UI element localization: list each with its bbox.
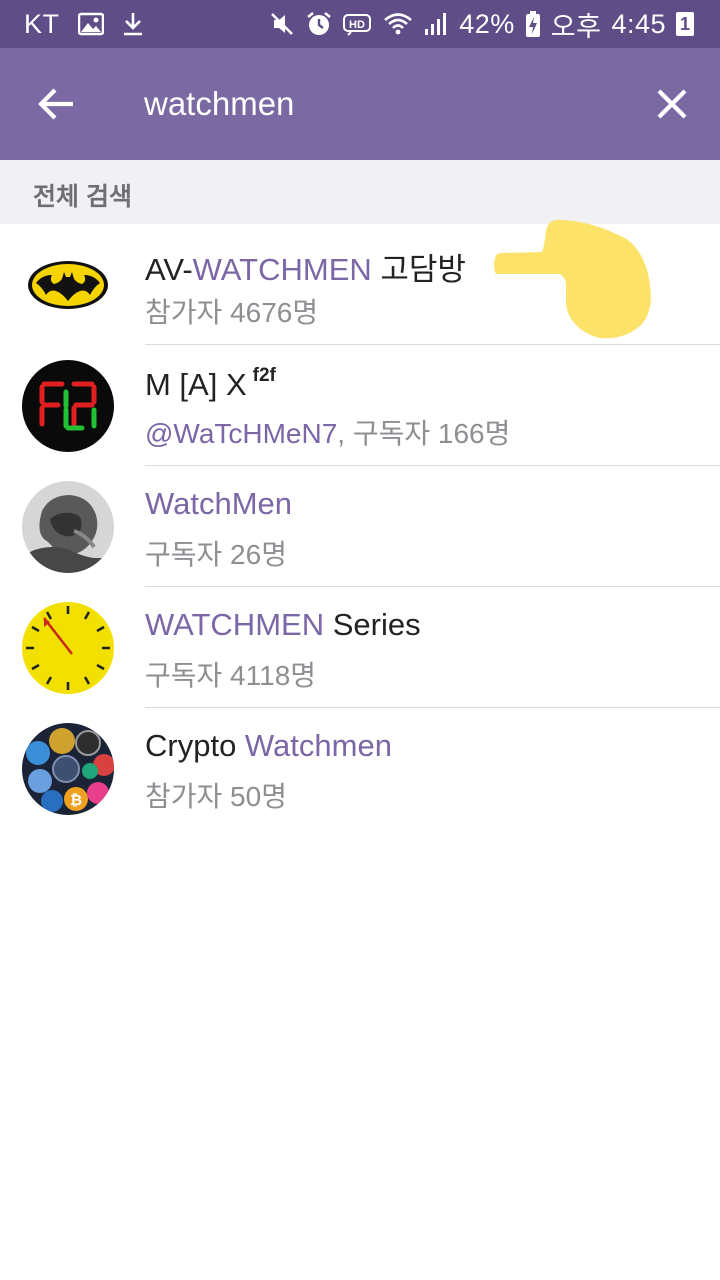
- title-text: Series: [324, 607, 421, 642]
- result-subtitle: 참가자 50명: [145, 781, 287, 812]
- list-item[interactable]: WatchMen 구독자 26명: [0, 466, 720, 587]
- yellow-clock-avatar: [22, 602, 114, 694]
- crypto-coins-avatar: ₿: [22, 723, 114, 815]
- list-item[interactable]: M [A] Xf2f @WaTcHMeN7, 구독자 166명: [0, 345, 720, 466]
- statue-avatar: [22, 481, 114, 573]
- pointing-hand-icon: [482, 212, 654, 342]
- alarm-icon: [305, 10, 333, 38]
- title-highlight: WatchMen: [145, 486, 293, 521]
- title-highlight: Watchmen: [244, 728, 392, 763]
- username-link[interactable]: @WaTcHMeN7: [145, 418, 337, 449]
- title-highlight: WATCHMEN: [145, 607, 325, 642]
- search-app-bar: [0, 48, 720, 160]
- title-superscript: f2f: [252, 365, 276, 386]
- signal-icon: [423, 11, 449, 37]
- f2f-digital-avatar: [22, 360, 114, 452]
- download-icon: [122, 11, 144, 37]
- result-subtitle: @WaTcHMeN7, 구독자 166명: [145, 412, 510, 452]
- gallery-icon: [77, 12, 104, 36]
- batman-logo-avatar: [22, 239, 114, 331]
- status-bar: KT HD 42% 오후 4:45 1: [0, 0, 720, 48]
- section-title: 전체 검색: [33, 183, 132, 211]
- subtitle-text: , 구독자 166명: [337, 418, 511, 449]
- title-highlight: WATCHMEN: [192, 252, 372, 287]
- svg-text:HD: HD: [349, 19, 365, 31]
- list-item[interactable]: ₿ Crypto Watchmen 참가자 50명: [0, 708, 720, 829]
- list-item[interactable]: WATCHMEN Series 구독자 4118명: [0, 587, 720, 708]
- mute-icon: [269, 11, 295, 37]
- back-arrow-icon: [38, 88, 73, 120]
- result-title: WatchMen: [145, 486, 292, 522]
- result-title: AV-WATCHMEN 고담방: [145, 244, 466, 289]
- hd-icon: HD: [343, 12, 373, 36]
- result-subtitle: 구독자 26명: [145, 539, 287, 570]
- result-title: M [A] Xf2f: [145, 365, 276, 403]
- wifi-icon: [383, 11, 413, 37]
- clock-time: 4:45: [611, 8, 666, 39]
- back-button[interactable]: [34, 82, 78, 126]
- result-subtitle: 참가자 4676명: [145, 297, 319, 328]
- result-title: WATCHMEN Series: [145, 607, 421, 643]
- clock-ampm: 오후: [550, 11, 602, 42]
- search-input[interactable]: [144, 78, 624, 130]
- title-text: Crypto: [145, 728, 245, 763]
- title-text: 고담방: [371, 252, 466, 287]
- result-subtitle: 구독자 4118명: [145, 660, 317, 691]
- svg-text:₿: ₿: [70, 791, 82, 809]
- result-title: Crypto Watchmen: [145, 728, 392, 764]
- notification-count-badge: 1: [676, 12, 694, 36]
- title-text: M [A] X: [145, 367, 247, 402]
- battery-percent: 42%: [459, 8, 515, 39]
- title-text: AV-: [145, 252, 193, 287]
- clear-search-button[interactable]: [650, 82, 694, 126]
- battery-charging-icon: [525, 10, 541, 38]
- carrier-label: KT: [24, 8, 60, 39]
- close-icon: [657, 89, 687, 119]
